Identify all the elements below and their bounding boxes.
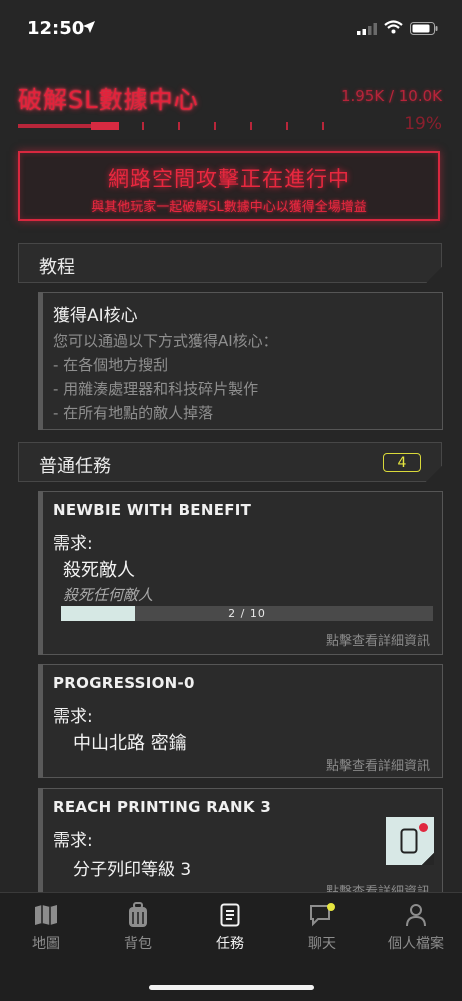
quest-progress-text: 2 / 10 bbox=[228, 607, 266, 620]
quest-title: REACH PRINTING RANK 3 bbox=[53, 798, 272, 816]
section-label: 教程 bbox=[39, 257, 75, 278]
cellular-signal-icon bbox=[357, 20, 377, 39]
tab-chat[interactable]: 聊天 bbox=[276, 901, 368, 953]
document-icon bbox=[184, 901, 276, 929]
banner-subtitle: 與其他玩家一起破解SL數據中心以獲得全場增益 bbox=[91, 200, 367, 215]
device-notification-button[interactable] bbox=[386, 817, 434, 865]
map-icon bbox=[0, 901, 92, 929]
quests-section-header[interactable]: 普通任務 4 bbox=[18, 442, 442, 482]
tab-profile[interactable]: 個人檔案 bbox=[370, 901, 462, 953]
person-icon bbox=[370, 901, 462, 929]
quest-card[interactable]: REACH PRINTING RANK 3 需求: 分子列印等級 3 點擊查看詳… bbox=[38, 788, 443, 900]
hack-progress-bar bbox=[18, 118, 328, 134]
wifi-icon bbox=[384, 19, 403, 38]
hack-progress-fill bbox=[18, 124, 100, 128]
quest-card[interactable]: NEWBIE WITH BENEFIT 需求: 殺死敵人 殺死任何敵人 2 / … bbox=[38, 491, 443, 655]
tutorial-title: 獲得AI核心 bbox=[53, 306, 138, 326]
status-bar: 12:50 bbox=[0, 0, 462, 58]
tab-map[interactable]: 地圖 bbox=[0, 901, 92, 953]
chat-icon bbox=[276, 901, 368, 929]
quest-card[interactable]: PROGRESSION-0 需求: 中山北路 密鑰 點擊查看詳細資訊 bbox=[38, 664, 443, 778]
tab-label: 背包 bbox=[124, 936, 152, 952]
cyber-attack-banner[interactable]: 網路空間攻擊正在進行中 與其他玩家一起破解SL數據中心以獲得全場增益 bbox=[18, 151, 440, 221]
tutorial-line: - 在所有地點的敵人掉落 bbox=[53, 404, 214, 422]
quest-count-badge: 4 bbox=[383, 453, 421, 472]
notification-dot bbox=[419, 823, 428, 832]
quest-requirement-label: 需求: bbox=[53, 831, 93, 851]
quest-requirement-label: 需求: bbox=[53, 707, 93, 727]
quest-objective: 殺死敵人 bbox=[63, 560, 135, 581]
hack-progress-percent: 19% bbox=[404, 114, 442, 134]
quest-objective: 分子列印等級 3 bbox=[73, 860, 192, 880]
tab-backpack[interactable]: 背包 bbox=[92, 901, 184, 953]
quest-progress-bar: 2 / 10 bbox=[61, 606, 433, 621]
tab-quests[interactable]: 任務 bbox=[184, 901, 276, 953]
tutorial-line: 您可以通過以下方式獲得AI核心： bbox=[53, 332, 278, 350]
phone-icon bbox=[400, 828, 418, 854]
quest-title: NEWBIE WITH BENEFIT bbox=[53, 501, 252, 519]
banner-title: 網路空間攻擊正在進行中 bbox=[108, 167, 350, 191]
location-arrow-icon bbox=[82, 19, 96, 38]
quest-objective-sub: 殺死任何敵人 bbox=[63, 586, 154, 604]
tab-label: 個人檔案 bbox=[388, 936, 444, 952]
tab-label: 聊天 bbox=[308, 936, 336, 952]
tutorial-line: - 用雜湊處理器和科技碎片製作 bbox=[53, 380, 259, 398]
tutorial-line: - 在各個地方搜刮 bbox=[53, 356, 169, 374]
tutorial-card[interactable]: 獲得AI核心 您可以通過以下方式獲得AI核心： - 在各個地方搜刮 - 用雜湊處… bbox=[38, 292, 443, 430]
quest-title: PROGRESSION-0 bbox=[53, 674, 195, 692]
quest-objective: 中山北路 密鑰 bbox=[73, 733, 187, 754]
hack-progress-count: 1.95K / 10.0K bbox=[340, 87, 442, 105]
battery-icon bbox=[410, 20, 438, 39]
quest-details-link[interactable]: 點擊查看詳細資訊 bbox=[326, 630, 430, 649]
section-label: 普通任務 bbox=[39, 456, 111, 477]
tutorial-section-header[interactable]: 教程 bbox=[18, 243, 442, 283]
tab-label: 任務 bbox=[216, 936, 244, 952]
quest-details-link[interactable]: 點擊查看詳細資訊 bbox=[326, 755, 430, 774]
hack-title: 破解SL數據中心 bbox=[18, 86, 199, 114]
status-time: 12:50 bbox=[27, 18, 85, 39]
tab-label: 地圖 bbox=[32, 936, 60, 952]
backpack-icon bbox=[92, 901, 184, 929]
quest-requirement-label: 需求: bbox=[53, 534, 93, 554]
home-indicator[interactable] bbox=[149, 985, 314, 990]
